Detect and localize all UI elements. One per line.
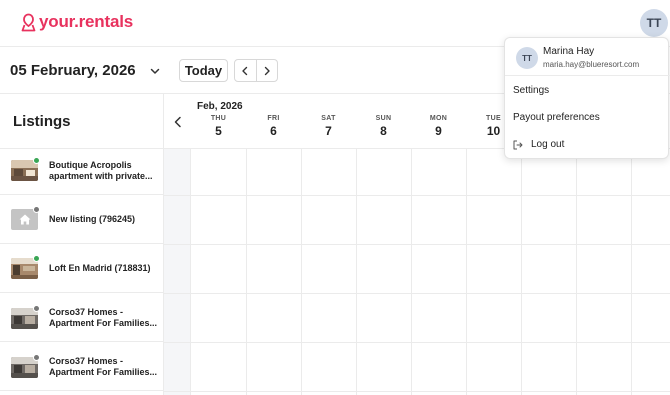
- user-email: maria.hay@blueresort.com: [543, 60, 640, 69]
- grid-line: [356, 149, 357, 395]
- grid-line: [631, 149, 632, 395]
- day-header: MON 9: [411, 115, 466, 138]
- menu-user-info: TT Marina Hay maria.hay@blueresort.com: [505, 38, 670, 76]
- grid-line: [466, 149, 467, 395]
- day-of-week: MON: [429, 115, 448, 122]
- day-number: 9: [435, 124, 442, 138]
- grid-line: [164, 342, 670, 343]
- user-name: Marina Hay: [543, 46, 595, 57]
- status-dot: [33, 206, 40, 213]
- logout-icon: [513, 140, 523, 149]
- past-day-column: [164, 149, 191, 395]
- listing-thumbnail: [11, 157, 40, 181]
- day-of-week: SAT: [321, 115, 336, 122]
- listing-row[interactable]: Loft En Madrid (718831): [0, 244, 164, 293]
- day-number: 7: [325, 124, 332, 138]
- chevron-down-icon[interactable]: [149, 65, 161, 77]
- home-icon: [19, 214, 30, 225]
- grid-line: [164, 244, 670, 245]
- listing-thumbnail: [11, 206, 40, 230]
- avatar: TT: [516, 47, 538, 69]
- grid-line: [411, 149, 412, 395]
- day-header: THU 5: [191, 115, 246, 138]
- listings-column: Listings Boutique Acropolis apartment wi…: [0, 94, 164, 395]
- day-of-week: FRI: [267, 115, 280, 122]
- next-week-button[interactable]: [255, 60, 277, 81]
- day-number: 5: [215, 124, 222, 138]
- day-header: FRI 6: [246, 115, 301, 138]
- grid-line: [576, 149, 577, 395]
- grid-line: [164, 293, 670, 294]
- grid-line: [301, 149, 302, 395]
- today-button[interactable]: Today: [179, 59, 228, 82]
- status-dot: [33, 255, 40, 262]
- status-dot: [33, 354, 40, 361]
- logo-text: your.rentals: [39, 12, 133, 31]
- listing-row[interactable]: New listing (796245): [0, 195, 164, 244]
- day-number: 6: [270, 124, 277, 138]
- day-of-week: THU: [210, 115, 227, 122]
- day-number: 8: [380, 124, 387, 138]
- listing-name: Boutique Acropolis apartment with privat…: [49, 160, 153, 181]
- status-dot: [33, 305, 40, 312]
- listings-title: Listings: [13, 113, 71, 130]
- date-nav-group: [234, 59, 278, 82]
- listing-name: New listing (796245): [49, 214, 136, 224]
- day-header: SUN 8: [356, 115, 411, 138]
- listing-row[interactable]: Corso37 Homes - Apartment For Families..…: [0, 342, 164, 391]
- listing-thumbnail: [11, 354, 40, 378]
- listing-name: Loft En Madrid (718831): [49, 263, 151, 273]
- prev-week-button[interactable]: [235, 60, 256, 81]
- grid-line: [164, 391, 670, 392]
- logout-label: Log out: [531, 139, 565, 150]
- day-of-week: SUN: [375, 115, 392, 122]
- listing-thumbnail: [11, 255, 40, 279]
- chevron-left-icon: [242, 66, 248, 75]
- grid-line: [246, 149, 247, 395]
- listing-thumbnail: [11, 305, 40, 329]
- listings-header: Listings: [0, 94, 164, 149]
- listing-row[interactable]: Boutique Acropolis apartment with privat…: [0, 149, 164, 195]
- listing-row[interactable]: Corso37 Homes - Apartment For Families..…: [0, 293, 164, 342]
- user-avatar-button[interactable]: TT: [640, 9, 668, 37]
- brand-logo[interactable]: your.rentals: [21, 12, 133, 32]
- month-label: Feb, 2026: [197, 101, 243, 112]
- day-header: SAT 7: [301, 115, 356, 138]
- user-dropdown-menu: TT Marina Hay maria.hay@blueresort.com S…: [504, 37, 670, 159]
- date-title[interactable]: 05 February, 2026: [10, 62, 136, 79]
- menu-item-payout-preferences[interactable]: Payout preferences: [513, 112, 600, 123]
- chevron-right-icon: [264, 66, 270, 75]
- status-dot: [33, 157, 40, 164]
- menu-item-logout[interactable]: Log out: [513, 139, 564, 150]
- grid-line: [164, 195, 670, 196]
- chevron-left-icon[interactable]: [172, 116, 184, 128]
- grid-line: [521, 149, 522, 395]
- logo-icon: [21, 13, 36, 31]
- listing-name: Corso37 Homes - Apartment For Families..…: [49, 356, 158, 377]
- listing-name: Corso37 Homes - Apartment For Families..…: [49, 307, 158, 328]
- menu-item-settings[interactable]: Settings: [513, 85, 549, 96]
